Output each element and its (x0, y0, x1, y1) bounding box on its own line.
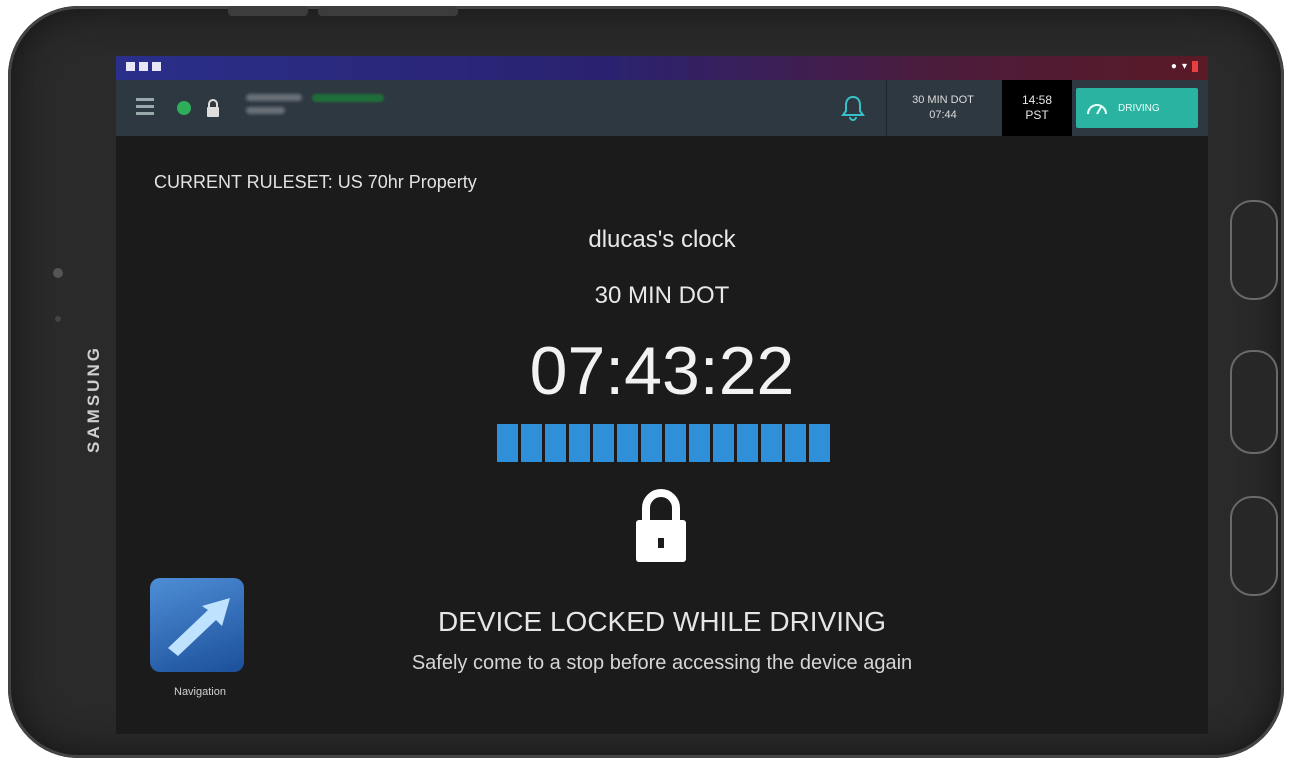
locked-title: DEVICE LOCKED WHILE DRIVING (437, 606, 887, 637)
system-status-bar: ● ▾ (116, 56, 1208, 80)
dot-label: 30 MIN DOT (594, 282, 730, 309)
navigation-icon (150, 578, 244, 672)
dot-summary-value: 07:44 (929, 109, 957, 121)
progress-segment (665, 424, 686, 462)
progress-segment (737, 424, 758, 462)
online-status-icon (177, 101, 191, 115)
screen: ● ▾ 30 MIN DOT 07:44 14:58 PST DRIVING C… (116, 56, 1208, 734)
hamburger-menu-icon[interactable] (136, 98, 154, 118)
progress-segment (545, 424, 566, 462)
driving-status-label: DRIVING (1118, 102, 1160, 114)
progress-segment (713, 424, 734, 462)
progress-segment (641, 424, 662, 462)
clock-title: dlucas's clock (588, 226, 736, 253)
front-camera (53, 268, 63, 278)
clock-time: 14:58 (1021, 93, 1053, 107)
progress-segment (689, 424, 710, 462)
current-time: 14:58 PST (1002, 80, 1072, 136)
dot-timer-summary[interactable]: 30 MIN DOT 07:44 (886, 80, 999, 136)
speedometer-icon (1087, 104, 1107, 115)
lock-status-icon (207, 99, 219, 117)
progress-segment (761, 424, 782, 462)
notification-icons (126, 62, 161, 71)
signal-icon: ▾ (1181, 61, 1187, 72)
progress-segment (497, 424, 518, 462)
hardware-top-button (228, 6, 308, 16)
countdown-timer: 07:43:22 (529, 333, 795, 409)
duty-status-redacted (312, 94, 384, 102)
progress-segment (569, 424, 590, 462)
bell-icon[interactable] (840, 94, 866, 122)
navigation-label: Navigation (174, 686, 226, 698)
progress-segment (617, 424, 638, 462)
sensor (55, 316, 61, 322)
progress-bar (497, 424, 830, 462)
progress-segment (809, 424, 830, 462)
current-ruleset: CURRENT RULESET: US 70hr Property (154, 172, 477, 192)
progress-segment (521, 424, 542, 462)
dot-summary-label: 30 MIN DOT (912, 94, 974, 106)
hardware-home-button[interactable] (1230, 350, 1278, 454)
hardware-volume-button (318, 6, 458, 16)
location-icon: ● (1170, 61, 1177, 72)
battery-icon (1192, 61, 1198, 72)
hardware-recent-button[interactable] (1230, 200, 1278, 300)
device-locked-icon (636, 489, 686, 562)
hardware-back-button[interactable] (1230, 496, 1278, 596)
clock-timezone: PST (1025, 108, 1049, 122)
app-header: 30 MIN DOT 07:44 14:58 PST DRIVING (116, 80, 1208, 136)
progress-segment (593, 424, 614, 462)
progress-segment (785, 424, 806, 462)
navigation-app[interactable]: Navigation (150, 578, 244, 708)
driver-name-redacted (246, 94, 302, 120)
system-indicators: ● ▾ (1171, 61, 1198, 72)
locked-subtitle: Safely come to a stop before accessing t… (411, 652, 913, 674)
driving-status-button[interactable]: DRIVING (1076, 88, 1198, 128)
brand-logo: SAMSUNG (84, 345, 103, 453)
